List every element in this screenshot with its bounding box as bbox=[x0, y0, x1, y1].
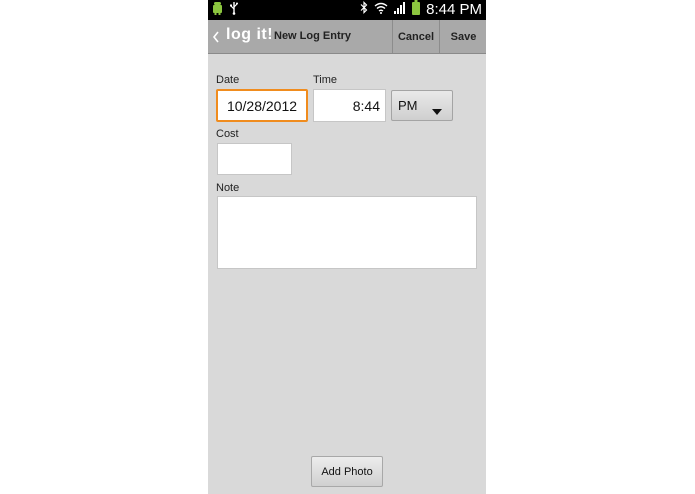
bluetooth-icon bbox=[360, 1, 368, 19]
battery-icon bbox=[412, 0, 421, 20]
page-title: New Log Entry bbox=[274, 30, 352, 42]
status-bar: 8:44 PM bbox=[208, 0, 486, 20]
action-bar: log it! New Log Entry Cancel Save bbox=[208, 20, 486, 54]
save-button[interactable]: Save bbox=[439, 20, 486, 53]
cost-field[interactable] bbox=[217, 143, 292, 175]
time-field[interactable]: 8:44 bbox=[313, 89, 386, 122]
status-time: 8:44 PM bbox=[426, 1, 482, 18]
phone-screen: 8:44 PM log it! New Log Entry Cancel Sav… bbox=[208, 0, 486, 494]
ampm-select[interactable]: PM bbox=[391, 90, 453, 121]
ampm-selected-value: PM bbox=[398, 98, 418, 113]
note-field[interactable] bbox=[217, 196, 477, 269]
back-chevron-icon[interactable] bbox=[212, 30, 220, 48]
app-logo[interactable]: log it! bbox=[226, 26, 273, 44]
date-field[interactable]: 10/28/2012 bbox=[216, 89, 308, 122]
wifi-icon bbox=[374, 1, 388, 19]
android-icon bbox=[212, 1, 223, 20]
usb-icon bbox=[229, 1, 239, 20]
time-label: Time bbox=[313, 74, 338, 86]
add-photo-button[interactable]: Add Photo bbox=[311, 456, 383, 487]
note-label: Note bbox=[216, 182, 240, 194]
cancel-button[interactable]: Cancel bbox=[392, 20, 439, 53]
cost-label: Cost bbox=[216, 128, 239, 140]
chevron-down-icon bbox=[432, 103, 442, 118]
signal-icon bbox=[394, 1, 406, 19]
date-label: Date bbox=[216, 74, 240, 86]
